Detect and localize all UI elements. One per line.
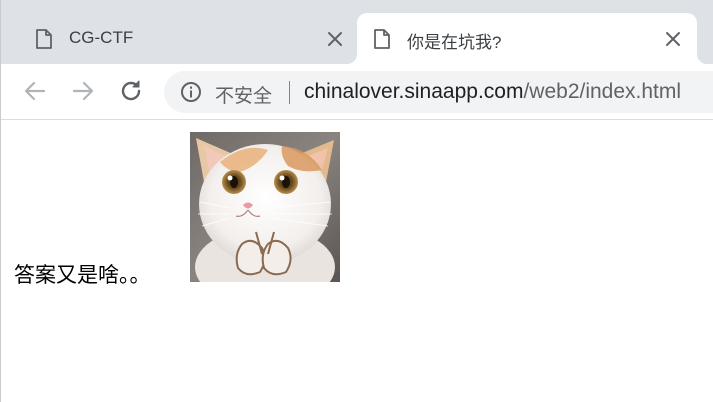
page-icon [36, 29, 52, 49]
security-label[interactable]: 不安全 [215, 81, 272, 108]
toolbar: 不安全 chinalover.sinaapp.com/web2/index.ht… [1, 64, 713, 120]
tab-title: 你是在坑我? [407, 33, 502, 52]
page-text: 答案又是啥。。 [14, 263, 151, 287]
page-content: 答案又是啥。。 [1, 121, 713, 402]
forward-arrow-icon[interactable] [69, 77, 97, 105]
back-arrow-icon[interactable] [21, 77, 49, 105]
url-host: chinalover.sinaapp.com [304, 80, 524, 103]
omnibox-divider [289, 81, 290, 104]
address-bar[interactable]: 不安全 chinalover.sinaapp.com/web2/index.ht… [164, 71, 713, 113]
cat-image [190, 132, 340, 282]
url-path: /web2/index.html [523, 80, 682, 103]
tab-active-page[interactable]: 你是在坑我? [357, 13, 697, 64]
info-icon[interactable] [180, 81, 202, 103]
tab-title: CG-CTF [69, 28, 134, 47]
close-icon[interactable] [325, 29, 345, 49]
close-icon[interactable] [663, 29, 683, 49]
tab-cg-ctf[interactable]: CG-CTF [19, 13, 359, 64]
tab-strip: CG-CTF 你是在坑我? [1, 0, 713, 64]
url-text[interactable]: chinalover.sinaapp.com/web2/index.html [304, 80, 681, 104]
browser-window: CG-CTF 你是在坑我? 不安全 chinalover.sinaapp.com… [0, 0, 713, 402]
page-icon [374, 29, 390, 49]
reload-icon[interactable] [117, 77, 145, 105]
